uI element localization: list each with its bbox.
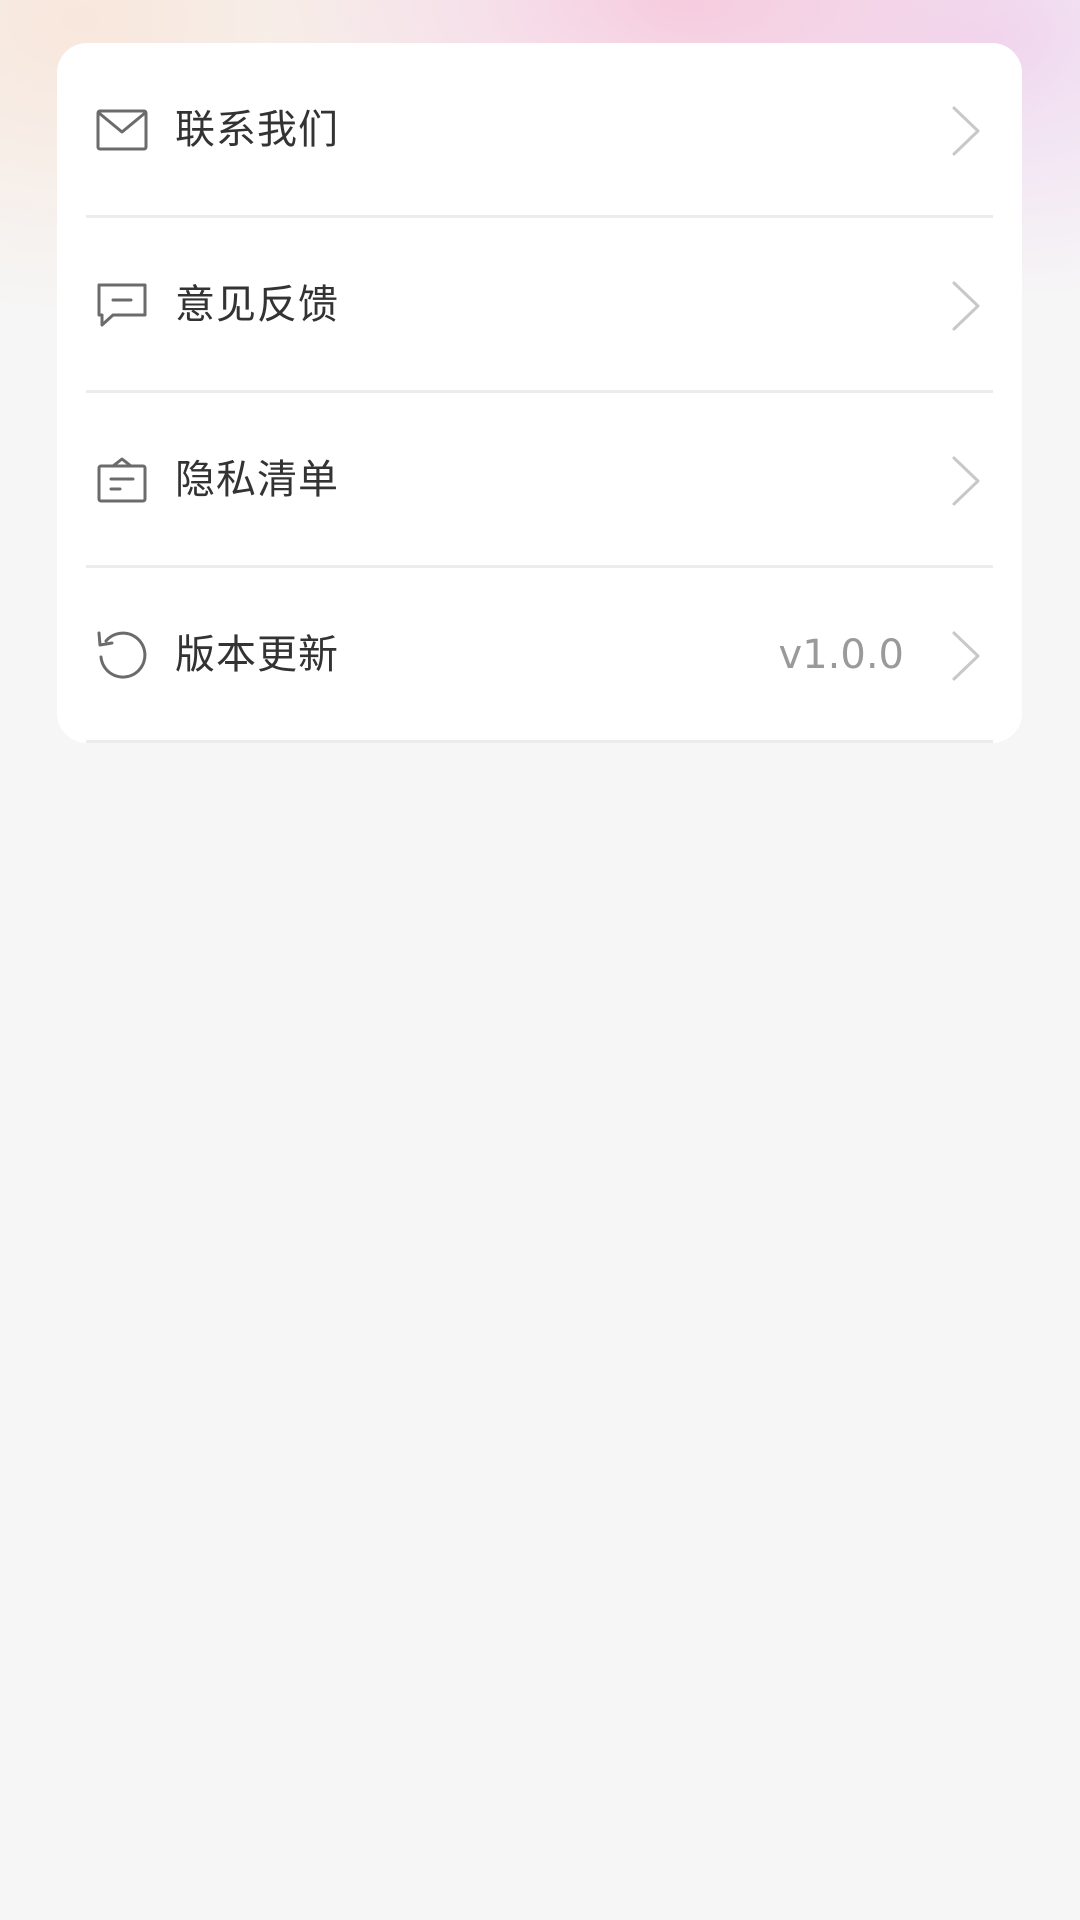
feedback-message-icon (95, 278, 149, 332)
chevron-right-icon (946, 280, 986, 332)
menu-item-feedback[interactable]: 意见反馈 (57, 218, 1022, 393)
menu-item-label: 版本更新 (175, 632, 339, 678)
settings-menu-card: 联系我们 意见反馈 隐私清单 版本更新 v1.0.0 (57, 43, 1022, 743)
menu-item-label: 隐私清单 (175, 457, 339, 503)
chevron-right-icon (946, 105, 986, 157)
chevron-right-icon (946, 455, 986, 507)
menu-item-label: 意见反馈 (175, 282, 339, 328)
version-number: v1.0.0 (778, 632, 904, 678)
privacy-list-icon (95, 453, 149, 507)
menu-item-privacy-list[interactable]: 隐私清单 (57, 393, 1022, 568)
chevron-right-icon (946, 630, 986, 682)
menu-item-contact-us[interactable]: 联系我们 (57, 43, 1022, 218)
menu-item-label: 联系我们 (175, 107, 339, 153)
menu-item-version-update[interactable]: 版本更新 v1.0.0 (57, 568, 1022, 743)
divider (86, 740, 993, 743)
refresh-update-icon (95, 628, 149, 682)
mail-icon (95, 103, 149, 157)
